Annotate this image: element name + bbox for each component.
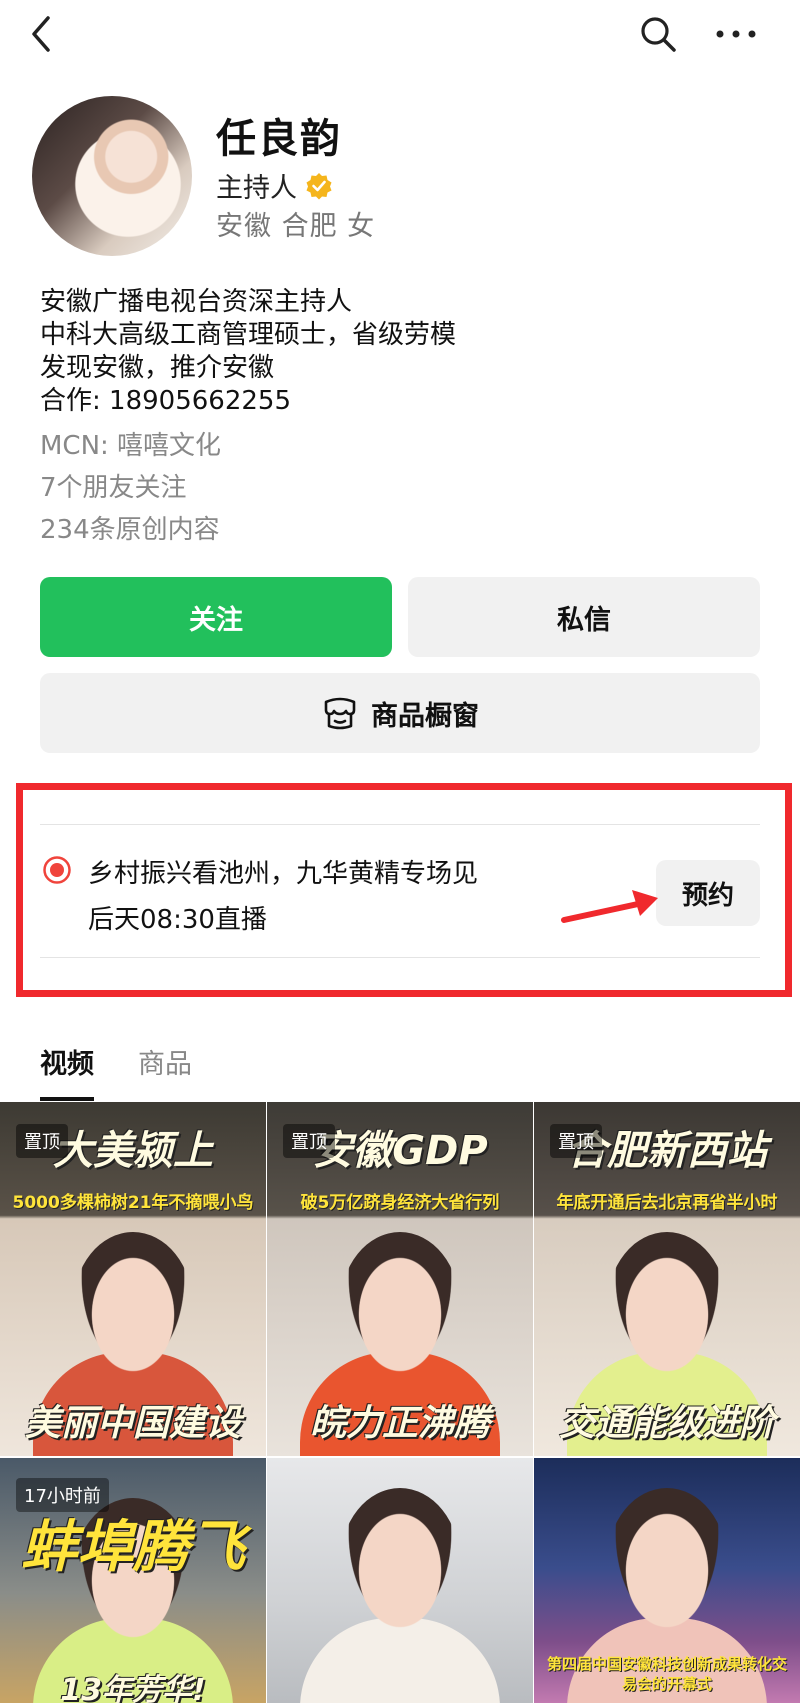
verified-badge-icon: [306, 172, 332, 199]
video-tile[interactable]: [267, 1458, 533, 1703]
profile-location: 安徽 合肥 女: [216, 211, 376, 242]
follow-button[interactable]: 关注: [40, 577, 392, 657]
video-subtitle: 破5万亿跻身经济大省行列: [300, 1193, 500, 1213]
shop-icon: [324, 697, 356, 730]
live-title: 乡村振兴看池州，九华黄精专场见: [88, 859, 479, 889]
post-time: 17小时前: [16, 1478, 109, 1512]
bio-line: 发现安徽，推介安徽: [40, 353, 275, 383]
bio-contact: 合作: 18905662255: [40, 386, 291, 416]
live-indicator-icon: [43, 856, 71, 884]
more-options-icon[interactable]: [714, 18, 758, 50]
video-subtitle: 年底开通后去北京再省半小时: [556, 1193, 778, 1213]
bio-line: 安徽广播电视台资深主持人: [40, 287, 353, 317]
avatar[interactable]: [32, 96, 192, 256]
profile-bio: 安徽广播电视台资深主持人 中科大高级工商管理硕士，省级劳模 发现安徽，推介安徽 …: [40, 286, 456, 418]
video-tile[interactable]: 蚌埠腾飞 17小时前 13年芳华!: [0, 1458, 266, 1703]
shop-window-button[interactable]: 商品橱窗: [40, 673, 760, 753]
video-subtitle: 5000多棵柿树21年不摘喂小鸟: [12, 1193, 254, 1213]
video-tile[interactable]: 第四届中国安徽科技创新成果转化交易会的开幕式: [534, 1458, 800, 1703]
back-arrow-icon[interactable]: [26, 14, 56, 54]
shop-window-label: 商品橱窗: [371, 700, 479, 732]
message-button[interactable]: 私信: [408, 577, 760, 657]
video-tile[interactable]: 合肥新西站 年底开通后去北京再省半小时 置顶 交通能级进阶: [534, 1102, 800, 1456]
mcn-label[interactable]: MCN: 嘻嘻文化: [40, 425, 221, 462]
video-caption: 皖力正沸腾: [309, 1403, 490, 1444]
role-row: 主持人: [216, 166, 333, 205]
video-tile[interactable]: 安徽GDP 破5万亿跻身经济大省行列 置顶 皖力正沸腾: [267, 1102, 533, 1456]
annotation-arrow-icon: [561, 890, 658, 923]
video-tile[interactable]: 大美颍上 5000多棵柿树21年不摘喂小鸟 置顶 美丽中国建设: [0, 1102, 266, 1456]
tab-videos[interactable]: 视频: [40, 1042, 94, 1101]
reserve-button[interactable]: 预约: [656, 860, 760, 926]
pinned-badge: 置顶: [550, 1124, 602, 1158]
tab-products[interactable]: 商品: [138, 1042, 192, 1101]
bio-line: 中科大高级工商管理硕士，省级劳模: [40, 320, 457, 350]
live-time: 后天08:30直播: [88, 905, 267, 935]
video-caption: 交通能级进阶: [558, 1403, 775, 1444]
pinned-badge: 置顶: [16, 1124, 68, 1158]
video-headline: 蚌埠腾飞: [21, 1515, 245, 1580]
friends-following[interactable]: 7个朋友关注: [40, 467, 187, 504]
profile-name: 任良韵: [216, 116, 342, 162]
video-caption: 美丽中国建设: [24, 1403, 241, 1444]
content-tabs: 视频 商品: [40, 1042, 192, 1101]
pinned-badge: 置顶: [283, 1124, 335, 1158]
original-content-count: 234条原创内容: [40, 515, 220, 545]
profile-role: 主持人: [216, 173, 297, 204]
video-subtitle: 第四届中国安徽科技创新成果转化交易会的开幕式: [546, 1655, 787, 1693]
search-icon[interactable]: [638, 14, 678, 54]
video-caption: 13年芳华!: [60, 1673, 206, 1703]
top-bar: [0, 0, 800, 70]
